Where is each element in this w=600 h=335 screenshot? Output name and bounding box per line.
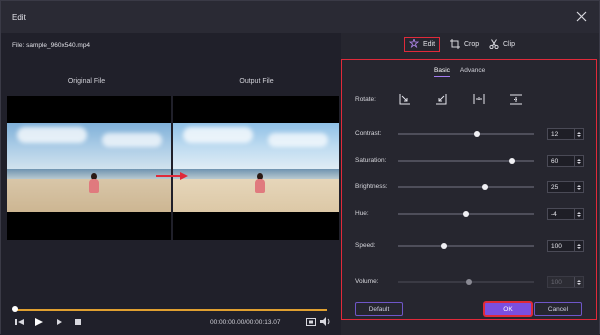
flip-horizontal-icon[interactable] bbox=[472, 93, 486, 105]
person-figure bbox=[255, 173, 265, 195]
slider-knob[interactable] bbox=[463, 211, 469, 217]
skip-back-icon[interactable] bbox=[15, 317, 25, 327]
person-figure bbox=[89, 173, 99, 195]
rotate-right-icon[interactable] bbox=[397, 93, 411, 105]
stepper-arrows[interactable] bbox=[574, 156, 583, 166]
brightness-value[interactable]: 25 bbox=[548, 184, 574, 191]
preview-area: File: sample_960x540.mp4 Original File O… bbox=[1, 33, 341, 335]
edit-dialog: Edit File: sample_960x540.mp4 Original F… bbox=[0, 0, 600, 335]
scissors-icon bbox=[489, 38, 499, 51]
crop-icon bbox=[450, 38, 460, 51]
play-next-icon[interactable] bbox=[55, 317, 65, 327]
contrast-value[interactable]: 12 bbox=[548, 131, 574, 138]
slider-knob[interactable] bbox=[509, 158, 516, 164]
contrast-label: Contrast: bbox=[355, 130, 382, 137]
cancel-button[interactable]: Cancel bbox=[534, 302, 582, 316]
hue-slider[interactable] bbox=[398, 211, 534, 217]
slider-knob[interactable] bbox=[473, 131, 480, 137]
timeline-thumb[interactable] bbox=[12, 306, 18, 312]
volume-value: 100 bbox=[551, 278, 562, 286]
snapshot-icon[interactable] bbox=[306, 317, 316, 326]
edit-tabs: Edit Crop Clip bbox=[341, 33, 599, 57]
hue-label: Hue: bbox=[355, 210, 369, 217]
slider-knob[interactable] bbox=[441, 243, 448, 249]
volume-label: Volume: bbox=[355, 278, 379, 285]
tab-clip[interactable]: Clip bbox=[489, 37, 515, 52]
volume-slider bbox=[398, 279, 534, 285]
slider-knob bbox=[465, 279, 472, 285]
time-display: 00:00:00.00/00:00:13.07 bbox=[210, 319, 281, 326]
hue-value[interactable]: -4 bbox=[548, 211, 574, 218]
saturation-value[interactable]: 60 bbox=[548, 158, 574, 165]
brightness-stepper[interactable]: 25 bbox=[547, 181, 584, 193]
play-icon[interactable] bbox=[34, 317, 44, 327]
output-file-label: Output File bbox=[239, 78, 274, 85]
default-button[interactable]: Default bbox=[355, 302, 403, 316]
rotate-left-icon[interactable] bbox=[435, 93, 449, 105]
hue-stepper[interactable]: -4 bbox=[547, 208, 584, 220]
ok-button[interactable]: OK bbox=[484, 302, 532, 316]
tab-crop-label: Crop bbox=[464, 41, 480, 48]
flip-vertical-icon[interactable] bbox=[509, 93, 523, 105]
edit-panel: Edit Crop Clip Basic Advance Rotate: Con… bbox=[341, 33, 599, 335]
saturation-label: Saturation: bbox=[355, 157, 387, 164]
arrow-right-icon bbox=[156, 172, 188, 180]
file-name: File: sample_960x540.mp4 bbox=[12, 42, 91, 49]
speed-stepper[interactable]: 100 bbox=[547, 240, 584, 252]
timeline-track[interactable] bbox=[15, 309, 327, 311]
rotate-label: Rotate: bbox=[355, 96, 376, 103]
subtab-basic[interactable]: Basic bbox=[434, 67, 450, 77]
tab-edit-label: Edit bbox=[423, 41, 436, 48]
tab-crop[interactable]: Crop bbox=[450, 37, 479, 52]
magic-wand-icon bbox=[408, 37, 420, 51]
volume-icon[interactable] bbox=[320, 317, 331, 326]
subtab-advance[interactable]: Advance bbox=[460, 67, 485, 77]
brightness-slider[interactable] bbox=[398, 184, 534, 190]
saturation-stepper[interactable]: 60 bbox=[547, 155, 584, 167]
contrast-slider[interactable] bbox=[398, 131, 534, 137]
speed-value[interactable]: 100 bbox=[548, 243, 574, 250]
brightness-label: Brightness: bbox=[355, 183, 388, 190]
speed-slider[interactable] bbox=[398, 243, 534, 249]
adjust-panel: Basic Advance Rotate: Contrast: 12 Satur… bbox=[341, 59, 597, 320]
tab-edit[interactable]: Edit bbox=[404, 37, 441, 52]
subtabs: Basic Advance bbox=[434, 67, 485, 77]
close-icon[interactable] bbox=[576, 11, 587, 22]
stepper-arrows bbox=[574, 277, 583, 287]
contrast-stepper[interactable]: 12 bbox=[547, 128, 584, 140]
title-bar: Edit bbox=[1, 1, 599, 33]
stop-icon[interactable] bbox=[73, 317, 83, 327]
speed-label: Speed: bbox=[355, 242, 376, 249]
window-title: Edit bbox=[12, 13, 26, 22]
stepper-arrows[interactable] bbox=[574, 241, 583, 251]
output-preview bbox=[173, 96, 339, 240]
original-preview bbox=[7, 96, 171, 240]
stepper-arrows[interactable] bbox=[574, 209, 583, 219]
saturation-slider[interactable] bbox=[398, 158, 534, 164]
slider-knob[interactable] bbox=[482, 184, 489, 190]
stepper-arrows[interactable] bbox=[574, 129, 583, 139]
tab-clip-label: Clip bbox=[503, 41, 516, 48]
original-file-label: Original File bbox=[67, 78, 106, 85]
stepper-arrows[interactable] bbox=[574, 182, 583, 192]
volume-stepper: 100 bbox=[547, 276, 584, 288]
